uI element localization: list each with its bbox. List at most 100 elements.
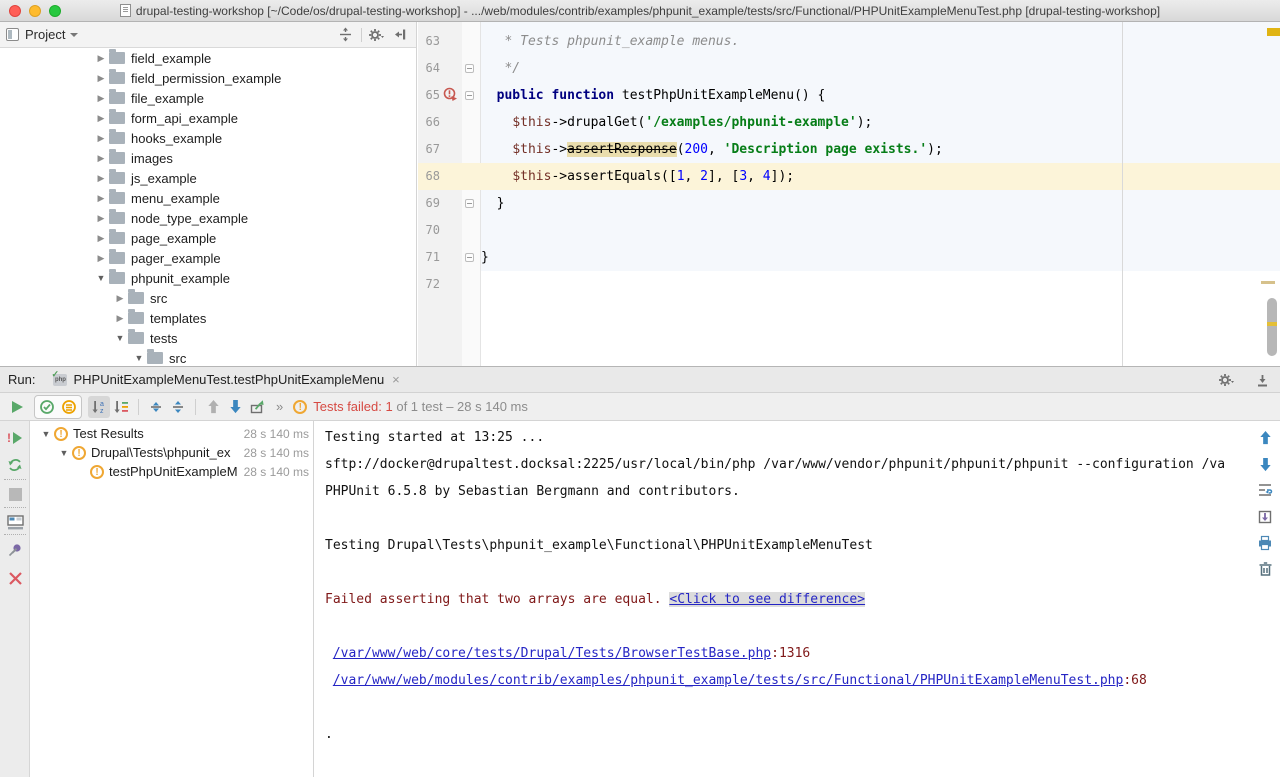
chevron-right-icon[interactable]: ▶: [93, 253, 109, 264]
chevron-down-icon[interactable]: ▼: [131, 353, 147, 363]
collapse-all-button[interactable]: [167, 396, 189, 418]
stop-button[interactable]: [4, 483, 26, 505]
sort-by-duration-toggle[interactable]: [110, 396, 132, 418]
window-minimize-button[interactable]: [29, 5, 41, 17]
pin-tab-button[interactable]: [4, 539, 26, 561]
soft-wrap-toggle[interactable]: [1254, 479, 1276, 501]
project-tree-item[interactable]: ▶menu_example: [0, 188, 416, 208]
run-settings-gear-button[interactable]: [1216, 371, 1236, 389]
window-close-button[interactable]: [9, 5, 21, 17]
gutter-line-70[interactable]: 70: [418, 217, 480, 244]
gutter-line-72[interactable]: 72: [418, 271, 480, 298]
chevron-down-icon[interactable]: ▼: [112, 333, 128, 343]
export-test-results-button[interactable]: [246, 396, 268, 418]
project-tree-item[interactable]: ▶js_example: [0, 168, 416, 188]
test-tree-item[interactable]: !testPhpUnitExampleM28 s 140 ms: [30, 462, 313, 481]
chevron-right-icon[interactable]: ▶: [93, 113, 109, 124]
project-tree-item[interactable]: ▶images: [0, 148, 416, 168]
restore-layout-button[interactable]: [4, 511, 26, 533]
project-tree-item[interactable]: ▶hooks_example: [0, 128, 416, 148]
chevron-right-icon[interactable]: ▶: [93, 173, 109, 184]
rerun-failed-test-gutter-icon[interactable]: [443, 87, 458, 102]
chevron-right-icon[interactable]: ▶: [93, 73, 109, 84]
code-line-64[interactable]: */: [481, 55, 1280, 82]
project-tree-item[interactable]: ▶node_type_example: [0, 208, 416, 228]
project-tree-item[interactable]: ▶field_permission_example: [0, 68, 416, 88]
hide-run-panel-button[interactable]: [1252, 371, 1272, 389]
project-tree-item[interactable]: ▼src: [0, 348, 416, 366]
project-panel-title[interactable]: Project: [25, 27, 65, 42]
down-stacktrace-button[interactable]: [1254, 453, 1276, 475]
print-button[interactable]: [1254, 532, 1276, 554]
project-tree-item[interactable]: ▶pager_example: [0, 248, 416, 268]
test-console[interactable]: Testing started at 13:25 ...sftp://docke…: [314, 424, 1250, 777]
chevron-down-icon[interactable]: [70, 33, 78, 37]
sort-alphabetically-toggle[interactable]: az: [88, 396, 110, 418]
project-tree-item[interactable]: ▶src: [0, 288, 416, 308]
chevron-right-icon[interactable]: ▶: [93, 93, 109, 104]
chevron-right-icon[interactable]: ▶: [93, 53, 109, 64]
clear-all-button[interactable]: [1254, 558, 1276, 580]
next-failed-test-button[interactable]: [224, 396, 246, 418]
gutter-line-67[interactable]: 67: [418, 136, 480, 163]
expand-all-button[interactable]: [145, 396, 167, 418]
hide-project-panel-button[interactable]: [390, 26, 410, 44]
scroll-to-end-button[interactable]: [1254, 506, 1276, 528]
code-line-72[interactable]: [481, 271, 1280, 298]
rerun-button[interactable]: [6, 396, 28, 418]
project-tree-item[interactable]: ▶file_example: [0, 88, 416, 108]
gutter-line-65[interactable]: 65: [418, 82, 480, 109]
previous-failed-test-button[interactable]: [202, 396, 224, 418]
editor-scrollbar[interactable]: [1267, 298, 1277, 356]
chevron-right-icon[interactable]: ▶: [93, 133, 109, 144]
show-ignored-toggle[interactable]: [58, 396, 80, 418]
fold-marker-icon[interactable]: [465, 253, 474, 262]
project-tree-item[interactable]: ▶templates: [0, 308, 416, 328]
error-stripe-warning-mark[interactable]: [1267, 28, 1280, 36]
close-run-panel-button[interactable]: [4, 567, 26, 589]
test-tree-item[interactable]: ▼!Drupal\Tests\phpunit_ex28 s 140 ms: [30, 443, 313, 462]
project-tree-item[interactable]: ▼phpunit_example: [0, 268, 416, 288]
test-tree-item[interactable]: ▼!Test Results28 s 140 ms: [30, 424, 313, 443]
gutter-line-68[interactable]: 68: [418, 163, 480, 190]
close-icon[interactable]: ×: [392, 372, 400, 387]
show-passed-toggle[interactable]: [36, 396, 58, 418]
gutter-line-64[interactable]: 64: [418, 55, 480, 82]
project-tree-item[interactable]: ▶form_api_example: [0, 108, 416, 128]
select-opened-file-button[interactable]: [335, 26, 355, 44]
more-actions-chevron[interactable]: »: [276, 399, 283, 414]
code-line-66[interactable]: $this->drupalGet('/examples/phpunit-exam…: [481, 109, 1280, 136]
chevron-down-icon[interactable]: ▼: [56, 448, 72, 458]
console-link[interactable]: <Click to see difference>: [669, 592, 865, 607]
gutter-line-69[interactable]: 69: [418, 190, 480, 217]
chevron-right-icon[interactable]: ▶: [112, 313, 128, 324]
gutter-line-71[interactable]: 71: [418, 244, 480, 271]
fold-marker-icon[interactable]: [465, 91, 474, 100]
code-line-70[interactable]: [481, 217, 1280, 244]
chevron-down-icon[interactable]: ▼: [38, 429, 54, 439]
gutter-line-63[interactable]: 63: [418, 28, 480, 55]
rerun-failed-tests-button[interactable]: !: [4, 427, 26, 449]
code-line-63[interactable]: * Tests phpunit_example menus.: [481, 28, 1280, 55]
fold-marker-icon[interactable]: [465, 64, 474, 73]
gutter-line-66[interactable]: 66: [418, 109, 480, 136]
project-tree-item[interactable]: ▶field_example: [0, 48, 416, 68]
error-stripe-mark[interactable]: [1261, 281, 1275, 284]
project-tree-item[interactable]: ▶page_example: [0, 228, 416, 248]
chevron-right-icon[interactable]: ▶: [93, 233, 109, 244]
project-settings-gear-button[interactable]: [366, 26, 386, 44]
console-link[interactable]: /var/www/web/modules/contrib/examples/ph…: [333, 673, 1124, 688]
code-editor[interactable]: 63646566676869707172 * Tests phpunit_exa…: [418, 22, 1280, 366]
chevron-right-icon[interactable]: ▶: [93, 153, 109, 164]
code-line-71[interactable]: }: [481, 244, 1280, 271]
code-line-65[interactable]: public function testPhpUnitExampleMenu()…: [481, 82, 1280, 109]
up-stacktrace-button[interactable]: [1254, 426, 1276, 448]
fold-marker-icon[interactable]: [465, 199, 474, 208]
chevron-down-icon[interactable]: ▼: [93, 273, 109, 283]
code-line-68[interactable]: $this->assertEquals([1, 2], [3, 4]);: [481, 163, 1280, 190]
rerun-test-button[interactable]: [4, 454, 26, 476]
window-zoom-button[interactable]: [49, 5, 61, 17]
code-line-67[interactable]: $this->assertResponse(200, 'Description …: [481, 136, 1280, 163]
project-tree-item[interactable]: ▼tests: [0, 328, 416, 348]
console-link[interactable]: /var/www/web/core/tests/Drupal/Tests/Bro…: [333, 646, 771, 661]
